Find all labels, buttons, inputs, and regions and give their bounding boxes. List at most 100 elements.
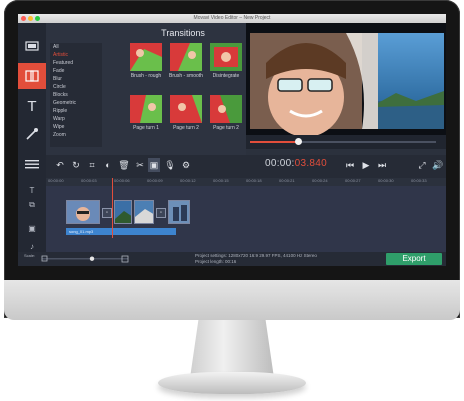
film-icon [25, 41, 39, 51]
panel-title: Transitions [161, 28, 205, 38]
category-item-selected[interactable]: Artistic [50, 51, 102, 59]
category-item[interactable]: Warp [50, 115, 102, 123]
gear-icon: ⚙ [181, 160, 191, 170]
video-preview[interactable] [246, 23, 446, 135]
settings-button[interactable]: ⚙ [180, 158, 192, 172]
ruler-label: 00:00:27 [345, 178, 361, 183]
delete-button[interactable]: 🗑 [118, 158, 130, 172]
transition-label: Brush - smooth [169, 73, 203, 79]
timeline: ▫ ▫ song_01.mp3 [46, 178, 446, 252]
image-icon: ▣ [149, 160, 159, 170]
previous-frame-button[interactable]: ⏮ [344, 158, 356, 172]
close-window-button[interactable] [21, 16, 26, 21]
skip-forward-icon: ⏭ [377, 160, 387, 170]
redo-button[interactable]: ↻ [70, 158, 82, 172]
video-clip[interactable] [134, 200, 154, 224]
transition-label: Page turn 1 [133, 125, 159, 131]
zoom-window-button[interactable] [35, 16, 40, 21]
video-track-icon: ▣ [28, 224, 36, 233]
transition-thumb[interactable] [130, 95, 162, 123]
category-item[interactable]: Wipe [50, 123, 102, 131]
seek-progress [250, 141, 299, 143]
transition-label: Brush - rough [130, 73, 162, 79]
audio-track-icon: ♪ [30, 242, 34, 251]
undo-button[interactable]: ↶ [54, 158, 66, 172]
filters-button[interactable] [18, 121, 46, 147]
category-item[interactable]: Zoom [50, 131, 102, 139]
ruler-label: 00:00:18 [246, 178, 262, 183]
next-frame-button[interactable]: ⏭ [376, 158, 388, 172]
category-item[interactable]: Blur [50, 75, 102, 83]
category-item[interactable]: Circle [50, 83, 102, 91]
video-clip[interactable] [114, 200, 132, 224]
ruler-label: 00:00:30 [378, 178, 394, 183]
window-title: Movavi Video Editor – New Project [193, 15, 271, 21]
category-item[interactable]: Blocks [50, 91, 102, 99]
crop-icon: ⌗ [89, 160, 95, 170]
timecode-main: 00:00: [265, 158, 295, 169]
transition-thumb[interactable] [170, 95, 202, 123]
project-length: Project length: 00:16 [195, 259, 237, 264]
transition-label: Page turn 2 [173, 125, 199, 131]
crop-button[interactable]: ⌗ [86, 158, 98, 172]
fullscreen-icon: ⤢ [418, 160, 426, 170]
transition-marker[interactable]: ▫ [102, 208, 112, 218]
redo-icon: ↻ [72, 160, 80, 170]
record-audio-button[interactable]: 🎙 [164, 158, 176, 172]
text-icon: T [27, 97, 37, 115]
play-icon: ▶ [362, 160, 370, 170]
monitor-stand-base [158, 372, 306, 394]
category-item[interactable]: Ripple [50, 107, 102, 115]
ruler-label: 00:00:12 [180, 178, 196, 183]
project-info: Project settings: 1280x720 16:9 29.97 FP… [195, 253, 317, 265]
category-item[interactable]: All [50, 43, 102, 51]
playhead[interactable] [112, 178, 113, 238]
transition-thumb[interactable] [170, 43, 202, 71]
category-item[interactable]: Featured [50, 59, 102, 67]
transition-grid: Brush - rough Brush - smooth Disintegrat… [130, 43, 244, 155]
contrast-icon: ◐ [105, 160, 111, 170]
audio-clip[interactable]: song_01.mp3 [66, 228, 176, 235]
speaker-icon: 🔊 [432, 160, 444, 170]
transition-label: Disintegrate [212, 73, 240, 79]
editing-toolbar: ↶ ↻ ⌗ ◐ 🗑 ✂ ▣ 🎙 ⚙ 00:00:03.840 ⏮ ▶ ⏭ ⤢ 🔊 [46, 155, 446, 178]
image-button[interactable]: ▣ [148, 158, 160, 172]
app-window: Movavi Video Editor – New Project T Tran… [18, 14, 446, 266]
play-button[interactable]: ▶ [360, 158, 372, 172]
seek-handle[interactable] [294, 138, 302, 145]
transition-thumb[interactable] [210, 95, 242, 123]
ruler-label: 00:00:03 [81, 178, 97, 183]
transition-marker[interactable]: ▫ [156, 208, 166, 218]
tool-rail: T [18, 23, 46, 178]
monitor-stand [190, 320, 274, 378]
category-item[interactable]: Fade [50, 67, 102, 75]
minimize-window-button[interactable] [28, 16, 33, 21]
video-clip[interactable] [66, 200, 100, 224]
volume-button[interactable]: 🔊 [432, 158, 444, 172]
video-clip[interactable] [168, 200, 190, 224]
color-adjust-button[interactable]: ◐ [102, 158, 114, 172]
transition-thumb[interactable] [130, 43, 162, 71]
ruler-label: 00:00:33 [411, 178, 427, 183]
timeline-ruler[interactable]: 00:00:00 00:00:03 00:00:06 00:00:09 00:0… [46, 178, 446, 186]
export-button[interactable]: Export [386, 253, 442, 265]
transition-thumb[interactable] [210, 43, 242, 71]
zoom-slider[interactable] [40, 255, 130, 263]
more-tools-button[interactable] [18, 151, 46, 177]
transitions-button[interactable] [18, 63, 46, 89]
import-media-button[interactable] [18, 33, 46, 59]
ruler-label: 00:00:24 [312, 178, 328, 183]
window-titlebar: Movavi Video Editor – New Project [18, 14, 446, 23]
apple-logo-icon [221, 287, 243, 309]
fullscreen-button[interactable]: ⤢ [416, 158, 428, 172]
track-headers: T ⧉ ▣ ♪ [18, 178, 46, 252]
transitions-panel: Transitions All Artistic Featured Fade B… [46, 23, 246, 155]
ruler-label: 00:00:21 [279, 178, 295, 183]
category-item[interactable]: Geometric [50, 99, 102, 107]
ruler-label: 00:00:00 [48, 178, 64, 183]
undo-icon: ↶ [56, 160, 64, 170]
ruler-label: 00:00:09 [147, 178, 163, 183]
text-track-icon: T [29, 186, 35, 195]
titles-button[interactable]: T [18, 93, 46, 119]
split-button[interactable]: ✂ [134, 158, 146, 172]
